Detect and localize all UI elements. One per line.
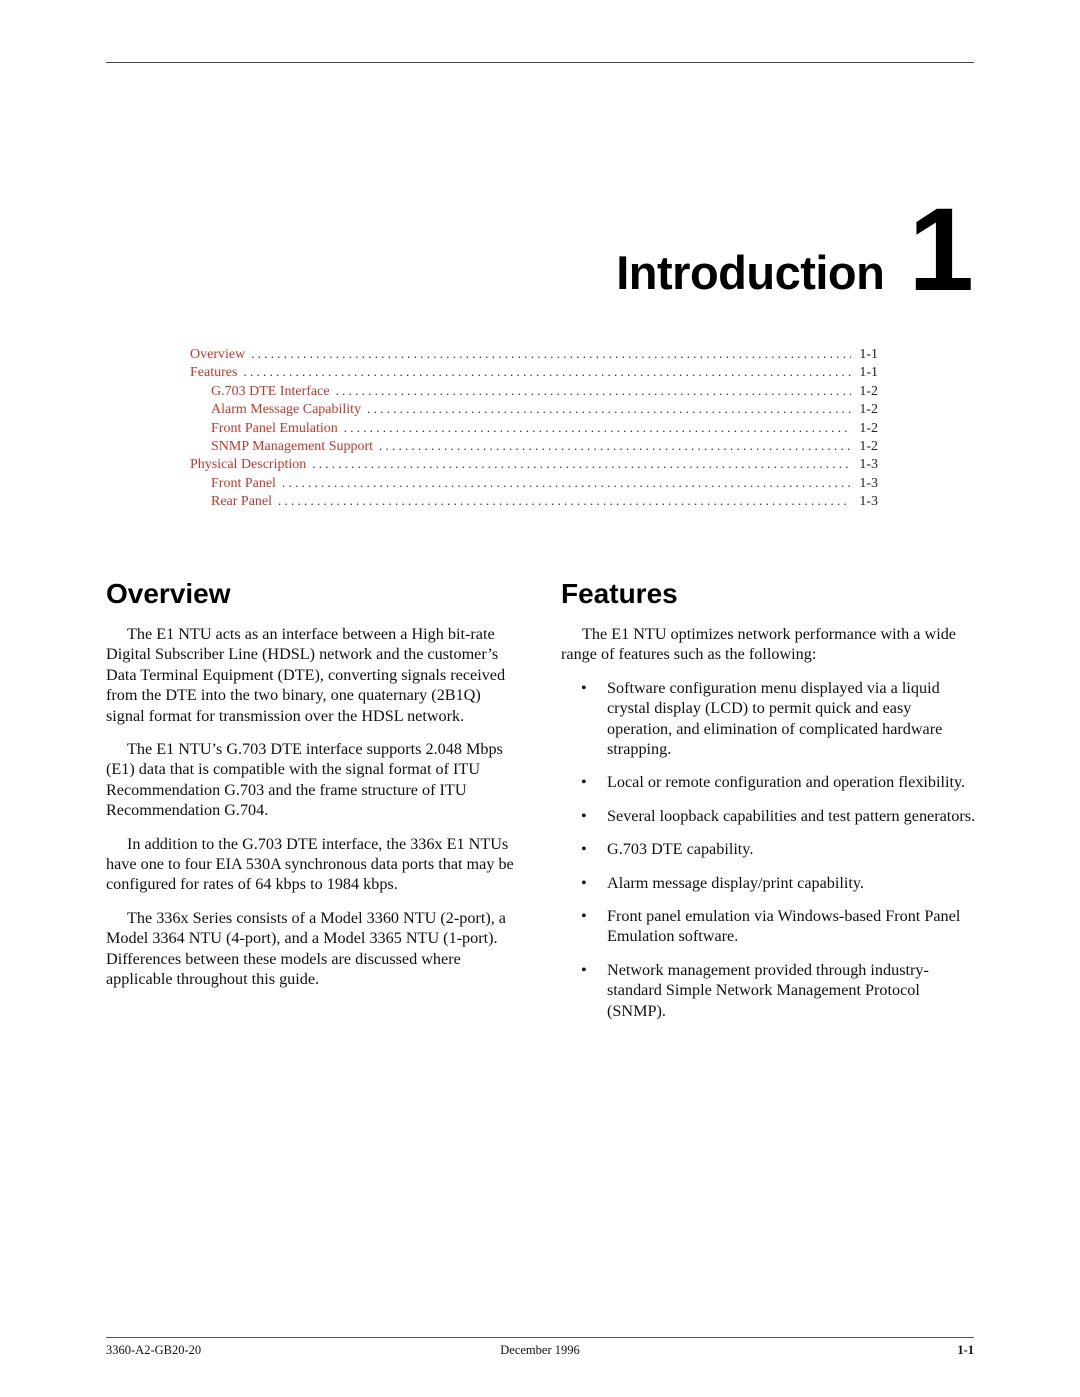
page-footer: 3360-A2-GB20-20 December 1996 1-1 bbox=[106, 1343, 974, 1358]
footer-rule bbox=[106, 1337, 974, 1338]
toc-entry-front-panel[interactable]: Front Panel 1-3 bbox=[190, 474, 878, 492]
chapter-number: 1 bbox=[908, 184, 974, 316]
feature-item: • G.703 DTE capability. bbox=[561, 839, 977, 859]
toc-link[interactable]: Rear Panel bbox=[190, 493, 272, 511]
toc-link[interactable]: Physical Description bbox=[190, 456, 306, 474]
toc-page-number: 1-2 bbox=[859, 402, 878, 418]
header-rule bbox=[106, 62, 974, 63]
bullet-icon: • bbox=[581, 960, 587, 979]
toc-link[interactable]: Features bbox=[190, 364, 237, 382]
toc-link[interactable]: Front Panel bbox=[190, 475, 276, 493]
overview-paragraph: The E1 NTU’s G.703 DTE interface support… bbox=[106, 740, 503, 820]
feature-text: Software configuration menu displayed vi… bbox=[607, 678, 943, 759]
toc-leader bbox=[278, 492, 851, 510]
bullet-icon: • bbox=[581, 907, 587, 926]
toc-link[interactable]: SNMP Management Support bbox=[190, 438, 373, 456]
bullet-icon: • bbox=[581, 773, 587, 792]
toc-page-number: 1-1 bbox=[859, 347, 878, 362]
toc-page-number: 1-3 bbox=[859, 457, 878, 473]
toc-link[interactable]: G.703 DTE Interface bbox=[190, 383, 330, 401]
feature-item: • Alarm message display/print capability… bbox=[561, 873, 977, 893]
feature-item: • Front panel emulation via Windows-base… bbox=[561, 906, 977, 947]
feature-text: G.703 DTE capability. bbox=[607, 840, 754, 859]
toc-link[interactable]: Front Panel Emulation bbox=[190, 420, 338, 438]
toc-entry-features[interactable]: Features 1-1 bbox=[190, 363, 878, 381]
toc-entry-overview[interactable]: Overview 1-1 bbox=[190, 345, 878, 363]
publication-date: December 1996 bbox=[500, 1343, 580, 1357]
overview-section: Overview The E1 NTU acts as an interface… bbox=[106, 576, 522, 1003]
overview-paragraph: The 336x Series consists of a Model 3360… bbox=[106, 908, 506, 989]
features-heading: Features bbox=[561, 578, 678, 609]
overview-paragraph: The E1 NTU acts as an interface between … bbox=[106, 625, 506, 725]
toc-page-number: 1-3 bbox=[859, 475, 878, 491]
toc-leader bbox=[282, 474, 851, 492]
chapter-title: Introduction bbox=[616, 246, 885, 300]
feature-item: • Software configuration menu displayed … bbox=[561, 678, 977, 760]
toc-entry-front-panel-emulation[interactable]: Front Panel Emulation 1-2 bbox=[190, 419, 878, 437]
toc-leader bbox=[379, 437, 851, 455]
toc-page-number: 1-3 bbox=[859, 494, 878, 510]
feature-item: • Several loopback capabilities and test… bbox=[561, 806, 977, 826]
toc-leader bbox=[344, 419, 852, 437]
toc-entry-g703-dte-interface[interactable]: G.703 DTE Interface 1-2 bbox=[190, 382, 878, 400]
toc-entry-alarm-message-capability[interactable]: Alarm Message Capability 1-2 bbox=[190, 400, 878, 418]
feature-item: • Local or remote configuration and oper… bbox=[561, 772, 977, 792]
toc-leader bbox=[336, 382, 852, 400]
table-of-contents: Overview 1-1 Features 1-1 G.703 DTE Inte… bbox=[190, 345, 878, 511]
feature-text: Network management provided through indu… bbox=[607, 960, 929, 1020]
overview-heading: Overview bbox=[106, 578, 231, 609]
toc-entry-rear-panel[interactable]: Rear Panel 1-3 bbox=[190, 492, 878, 510]
toc-page-number: 1-1 bbox=[859, 365, 878, 381]
chapter-heading: Introduction 1 bbox=[616, 184, 974, 316]
toc-link[interactable]: Overview bbox=[190, 346, 245, 364]
toc-entry-snmp-management-support[interactable]: SNMP Management Support 1-2 bbox=[190, 437, 878, 455]
feature-text: Alarm message display/print capability. bbox=[607, 873, 864, 892]
features-section: Features The E1 NTU optimizes network pe… bbox=[561, 576, 977, 1034]
bullet-icon: • bbox=[581, 873, 587, 892]
toc-page-number: 1-2 bbox=[859, 383, 878, 399]
feature-text: Local or remote configuration and operat… bbox=[607, 773, 966, 792]
toc-page-number: 1-2 bbox=[859, 420, 878, 436]
toc-link[interactable]: Alarm Message Capability bbox=[190, 401, 361, 419]
feature-item: • Network management provided through in… bbox=[561, 960, 977, 1021]
bullet-icon: • bbox=[581, 678, 587, 697]
toc-entry-physical-description[interactable]: Physical Description 1-3 bbox=[190, 455, 878, 473]
feature-text: Several loopback capabilities and test p… bbox=[607, 806, 976, 825]
bullet-icon: • bbox=[581, 806, 587, 825]
toc-leader bbox=[367, 400, 851, 418]
toc-leader bbox=[312, 455, 851, 473]
bullet-icon: • bbox=[581, 840, 587, 859]
features-intro: The E1 NTU optimizes network performance… bbox=[561, 625, 956, 664]
toc-leader bbox=[243, 363, 851, 381]
toc-page-number: 1-2 bbox=[859, 438, 878, 454]
overview-paragraph: In addition to the G.703 DTE interface, … bbox=[106, 834, 514, 894]
features-list: • Software configuration menu displayed … bbox=[561, 678, 977, 1021]
toc-leader bbox=[251, 345, 851, 363]
feature-text: Front panel emulation via Windows-based … bbox=[607, 907, 961, 946]
